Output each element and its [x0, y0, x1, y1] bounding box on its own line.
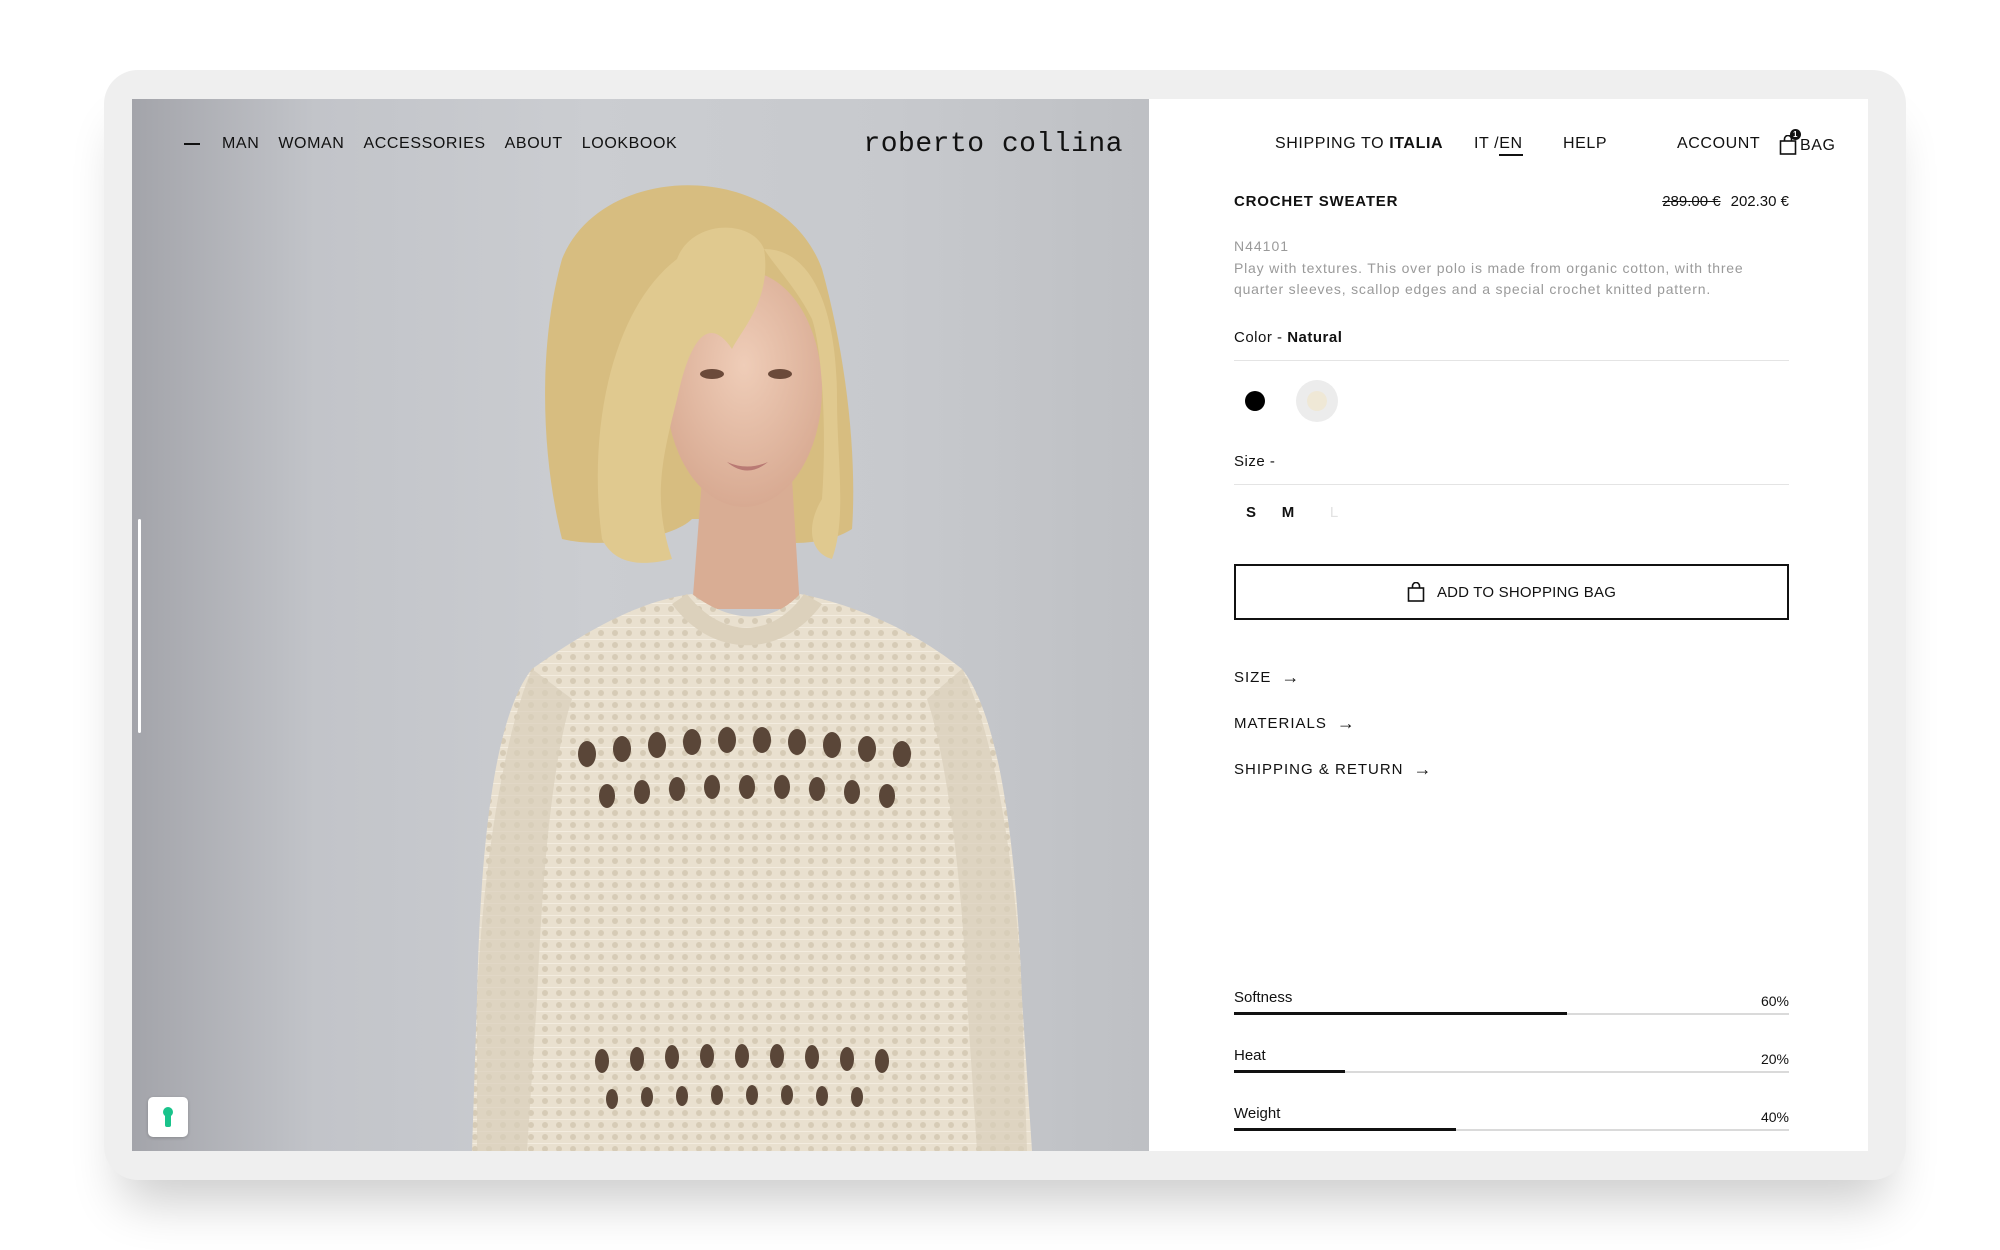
title-row: CROCHET SWEATER 289.00 € 202.30 €	[1234, 193, 1789, 210]
size-l[interactable]: L	[1308, 504, 1360, 521]
product-code: N44101	[1234, 238, 1290, 254]
browser-screen: MAN WOMAN ACCESSORIES ABOUT LOOKBOOK rob…	[132, 99, 1868, 1151]
meter-label: Softness	[1234, 989, 1293, 1006]
shipping-selector[interactable]: SHIPPING TO ITALIA	[1275, 135, 1443, 153]
arrow-right-icon: →	[1281, 667, 1301, 687]
product-photo: MAN WOMAN ACCESSORIES ABOUT LOOKBOOK rob…	[132, 99, 1149, 1151]
current-price: 202.30 €	[1730, 193, 1789, 210]
bag-label: BAG	[1800, 137, 1836, 154]
divider	[1234, 360, 1789, 361]
size-m[interactable]: M	[1262, 504, 1314, 521]
top-nav: SHIPPING TO ITALIA IT /EN HELP ACCOUNT 1…	[1149, 129, 1868, 159]
arrow-right-icon: →	[1413, 759, 1433, 779]
color-label-text: Color -	[1234, 329, 1283, 346]
materials-link[interactable]: MATERIALS →	[1234, 713, 1789, 734]
swatch-natural-dot	[1307, 391, 1327, 411]
meter-value: 40%	[1760, 1109, 1789, 1125]
materials-label: MATERIALS	[1234, 715, 1327, 732]
account-link[interactable]: ACCOUNT	[1677, 135, 1760, 153]
shipping-country: ITALIA	[1389, 135, 1444, 152]
meter-label: Heat	[1234, 1047, 1266, 1064]
nav-woman[interactable]: WOMAN	[278, 135, 344, 153]
price-block: 289.00 € 202.30 €	[1662, 193, 1789, 210]
product-title: CROCHET SWEATER	[1234, 193, 1399, 210]
accessibility-button[interactable]	[148, 1097, 188, 1137]
main-nav: MAN WOMAN ACCESSORIES ABOUT LOOKBOOK	[184, 135, 696, 153]
bag-link[interactable]: 1 BAG	[1779, 129, 1836, 155]
meter-fill	[1234, 1012, 1567, 1015]
meter-value: 60%	[1760, 993, 1789, 1009]
lang-en[interactable]: EN	[1499, 135, 1523, 156]
color-swatches	[1234, 380, 1789, 422]
arrow-right-icon: →	[1336, 713, 1356, 733]
product-panel: SHIPPING TO ITALIA IT /EN HELP ACCOUNT 1…	[1149, 99, 1868, 1151]
size-options: S M L	[1234, 504, 1789, 521]
meter-fill	[1234, 1070, 1345, 1073]
meter-track	[1234, 1128, 1789, 1131]
add-to-bag-label: ADD TO SHOPPING BAG	[1436, 583, 1617, 601]
menu-toggle-icon[interactable]	[184, 143, 200, 145]
size-guide-link[interactable]: SIZE →	[1234, 667, 1789, 688]
meter-label: Weight	[1234, 1105, 1281, 1122]
nav-accessories[interactable]: ACCESSORIES	[363, 135, 485, 153]
meter-fill	[1234, 1128, 1456, 1131]
old-price: 289.00 €	[1662, 193, 1721, 210]
meter-track	[1234, 1012, 1789, 1015]
model-image	[472, 185, 1032, 1151]
add-to-bag-button[interactable]: ADD TO SHOPPING BAG	[1234, 564, 1789, 620]
shipping-return-link[interactable]: SHIPPING & RETURN →	[1234, 759, 1789, 780]
product-description: Play with textures. This over polo is ma…	[1234, 260, 1744, 297]
size-guide-label: SIZE	[1234, 669, 1272, 686]
meter-value: 20%	[1760, 1051, 1789, 1067]
size-label: Size -	[1234, 453, 1276, 470]
color-label: Color - Natural	[1234, 329, 1789, 346]
meter-track	[1234, 1070, 1789, 1073]
attribute-meter-heat: Heat 20%	[1234, 1047, 1789, 1087]
brand-logo[interactable]: roberto collina	[863, 129, 1123, 160]
scroll-indicator[interactable]	[138, 519, 141, 733]
color-value: Natural	[1287, 329, 1343, 346]
nav-about[interactable]: ABOUT	[505, 135, 563, 153]
divider	[1234, 484, 1789, 485]
attribute-meter-weight: Weight 40%	[1234, 1105, 1789, 1145]
bag-count-badge: 1	[1790, 129, 1801, 140]
lang-it[interactable]: IT /	[1474, 135, 1499, 152]
swatch-natural[interactable]	[1296, 380, 1338, 422]
nav-man[interactable]: MAN	[222, 135, 259, 153]
bag-icon: 1	[1779, 129, 1801, 155]
swatch-black[interactable]	[1245, 391, 1265, 411]
nav-lookbook[interactable]: LOOKBOOK	[582, 135, 678, 153]
keyhole-icon	[163, 1107, 173, 1127]
bag-icon	[1407, 581, 1425, 602]
help-link[interactable]: HELP	[1563, 135, 1607, 153]
shipping-prefix: SHIPPING TO	[1275, 135, 1385, 152]
attribute-meter-softness: Softness 60%	[1234, 989, 1789, 1029]
shipping-return-label: SHIPPING & RETURN	[1234, 761, 1404, 778]
language-switch: IT /EN	[1474, 135, 1523, 156]
